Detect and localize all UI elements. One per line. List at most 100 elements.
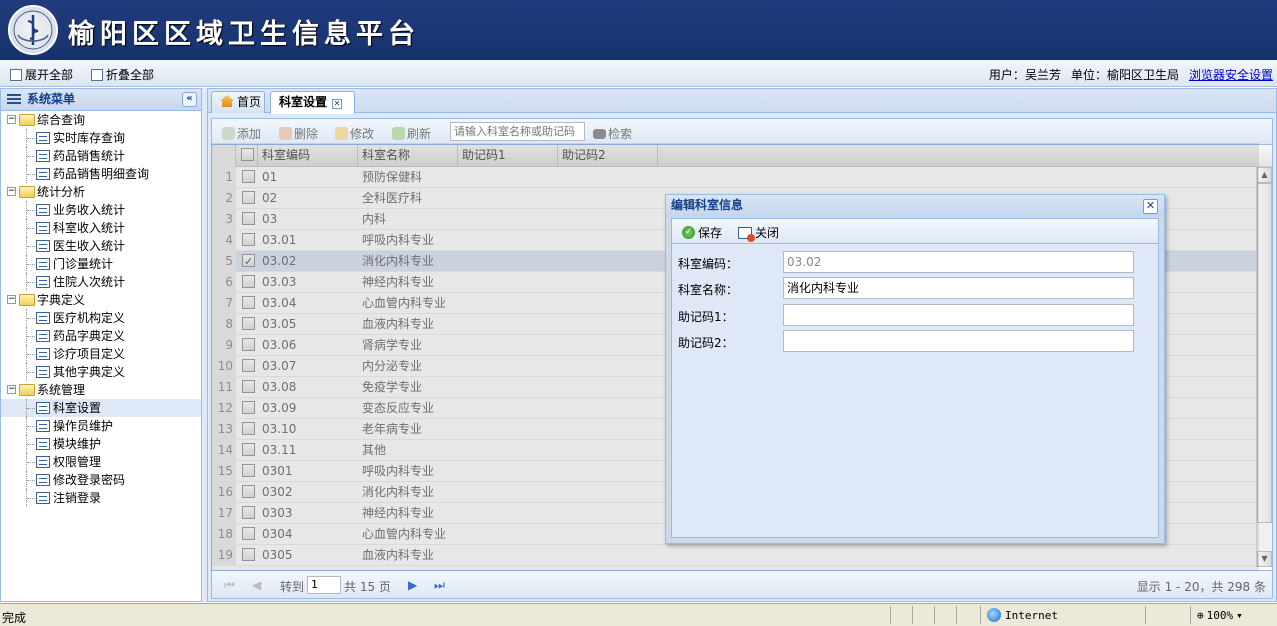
menu-item[interactable]: 药品销售统计 [1,147,201,165]
menu-item[interactable]: 权限管理 [1,453,201,471]
chevron-down-icon: ▾ [1236,608,1243,622]
unit-label: 单位： [1070,68,1107,82]
browser-status-bar: 完成 Internet ⊕ 100% ▾ [0,603,1277,626]
globe-icon [987,608,1001,622]
menu-item[interactable]: 实时库存查询 [1,129,201,147]
department-name-field[interactable]: 消化内科专业 [783,277,1134,299]
tab-strip: 首页 科室设置 ✕ [208,89,1276,114]
menu-item[interactable]: 药品字典定义 [1,327,201,345]
close-button[interactable]: 关闭 [738,224,779,242]
last-page-icon[interactable]: ⏭ [434,578,445,593]
who-emblem-icon [8,5,58,55]
field-label-mnemonic1: 助记码1： [678,310,734,324]
mnemonic2-field[interactable] [783,330,1134,352]
menu-group[interactable]: − 统计分析 [1,183,201,201]
search-input[interactable] [450,122,585,141]
menu-item-label: 修改登录密码 [53,473,126,487]
page-icon [36,402,50,414]
zoom-control[interactable]: ⊕ 100% ▾ [1190,606,1243,624]
user-label: 用户： [988,68,1025,82]
field-label-code: 科室编码： [678,257,739,271]
mnemonic1-field[interactable] [783,304,1134,326]
menu-item[interactable]: 药品销售明细查询 [1,165,201,183]
unit-name: 榆阳区卫生局 [1106,68,1179,82]
tree-toggle-icon[interactable]: − [7,295,16,304]
collapse-icon [91,68,103,81]
protected-mode-icon[interactable] [1145,606,1187,624]
grid-toolbar: 添加 删除 修改 刷新 检索 [212,119,1272,145]
menu-group[interactable]: − 字典定义 [1,291,201,309]
menu-item[interactable]: 诊疗项目定义 [1,345,201,363]
delete-button[interactable]: 删除 [279,125,318,142]
refresh-label: 刷新 [407,127,432,141]
first-page-icon[interactable]: ⏮ [224,578,235,593]
menu-item[interactable]: 医生收入统计 [1,237,201,255]
collapse-all-button[interactable]: 折叠全部 [91,66,154,83]
page-icon [36,222,50,234]
tree-toggle-icon[interactable]: − [7,187,16,196]
search-icon [593,128,606,139]
page-icon [36,366,50,378]
page-icon [36,312,50,324]
page-number-input[interactable]: 1 [307,576,341,594]
menu-item-label: 药品销售明细查询 [53,167,150,181]
page-icon [36,456,50,468]
tab-department-settings[interactable]: 科室设置 ✕ [270,91,355,114]
dialog-close-icon[interactable]: ✕ [1143,199,1158,214]
menu-item[interactable]: 医疗机构定义 [1,309,201,327]
menu-group[interactable]: − 系统管理 [1,381,201,399]
sidebar: 系统菜单 « − 综合查询 实时库存查询 药品销售统计 药品销售明细查询 − 统计分析 业务收… [0,88,202,602]
add-button[interactable]: 添加 [222,125,261,142]
tree-toggle-icon[interactable]: − [7,115,16,124]
tree-toggle-icon[interactable]: − [7,385,16,394]
zoom-icon: ⊕ [1197,608,1204,622]
page-icon [36,258,50,270]
menu-item-label: 权限管理 [53,455,102,469]
browser-settings-link[interactable]: 浏览器安全设置 [1189,68,1273,82]
menu-item[interactable]: 其他字典定义 [1,363,201,381]
collapse-sidebar-button[interactable]: « [182,92,197,107]
field-label-name: 科室名称： [678,283,739,297]
menu-item[interactable]: 科室设置 [1,399,201,417]
app-banner: 榆阳区区域卫生信息平台 [0,0,1277,60]
scroll-thumb[interactable] [1257,183,1272,523]
page-icon [36,330,50,342]
menu-icon [7,94,21,105]
edit-button[interactable]: 修改 [335,125,374,142]
menu-item-label: 医疗机构定义 [53,311,126,325]
page-icon [36,420,50,432]
save-button[interactable]: ✓ 保存 [682,224,722,241]
expand-all-label: 展开全部 [25,68,74,82]
page-icon [36,150,50,162]
refresh-button[interactable]: 刷新 [392,125,431,142]
menu-item-label: 操作员维护 [53,419,114,433]
search-label: 检索 [608,127,633,141]
expand-all-button[interactable]: 展开全部 [10,66,73,83]
prev-page-icon[interactable]: ◀ [252,578,261,592]
scroll-up-icon[interactable]: ▲ [1257,167,1272,183]
menu-group[interactable]: − 综合查询 [1,111,201,129]
delete-label: 删除 [294,127,319,141]
menu-item[interactable]: 业务收入统计 [1,201,201,219]
menu-item-label: 注销登录 [53,491,102,505]
menu-item[interactable]: 注销登录 [1,489,201,507]
menu-item[interactable]: 修改登录密码 [1,471,201,489]
search-button[interactable]: 检索 [593,125,632,142]
menu-tree: − 综合查询 实时库存查询 药品销售统计药品销售明细查询 − 统计分析 业务收入统计 科室收入… [1,111,201,507]
menu-item[interactable]: 门诊量统计 [1,255,201,273]
menu-group-label: 字典定义 [37,293,86,307]
scroll-down-icon[interactable]: ▼ [1257,551,1272,567]
add-icon [222,127,235,140]
menu-item[interactable]: 模块维护 [1,435,201,453]
menu-item[interactable]: 操作员维护 [1,417,201,435]
display-count: 显示 1 - 20，共 298 条 [1136,580,1266,594]
tab-home[interactable]: 首页 [211,91,265,113]
delete-icon [279,127,292,140]
menu-item[interactable]: 住院人次统计 [1,273,201,291]
menu-item-label: 门诊量统计 [53,257,114,271]
menu-item[interactable]: 科室收入统计 [1,219,201,237]
app-title: 榆阳区区域卫生信息平台 [68,19,420,50]
tab-close-icon[interactable]: ✕ [332,99,343,109]
next-page-icon[interactable]: ▶ [408,578,417,592]
dialog-header[interactable]: 编辑科室信息 ✕ [666,195,1164,217]
